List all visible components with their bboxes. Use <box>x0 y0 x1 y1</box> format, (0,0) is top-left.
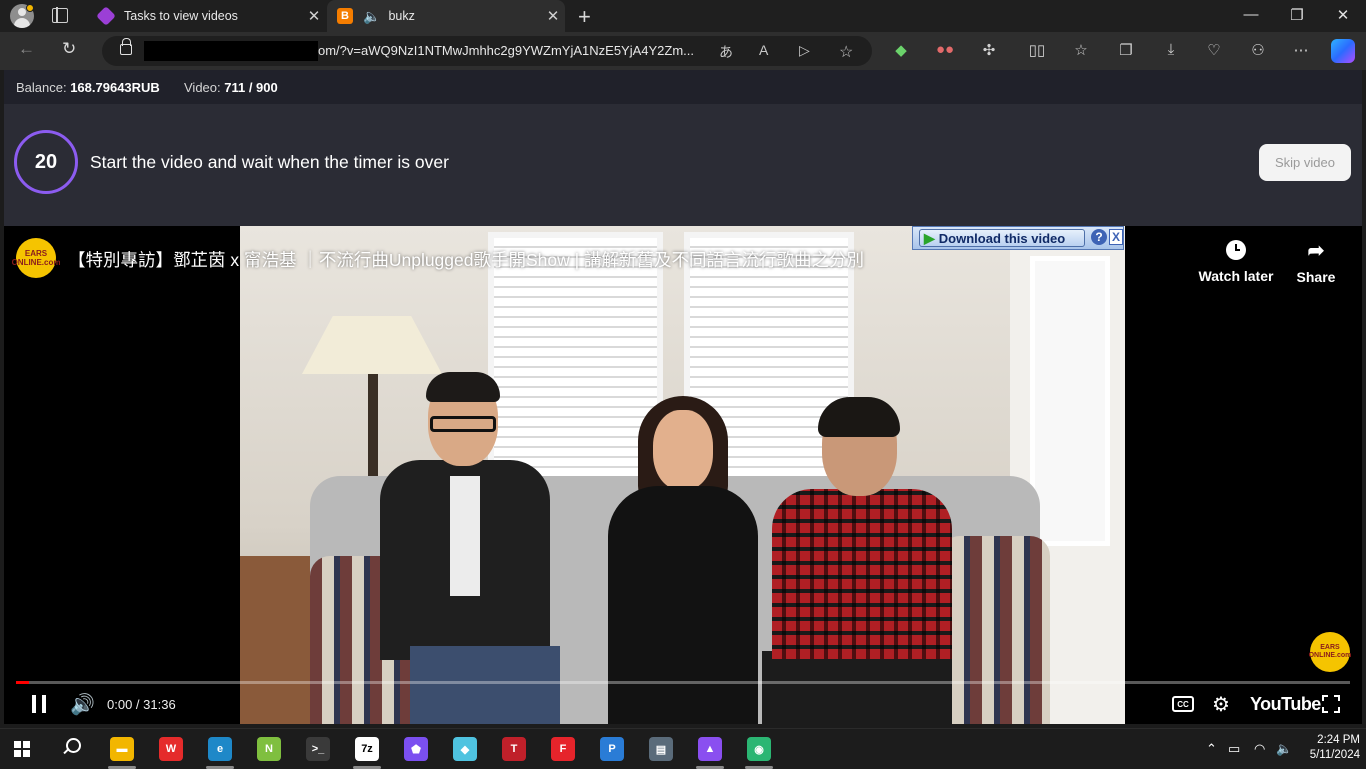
split-screen-icon[interactable]: ▯▯ <box>1026 41 1048 59</box>
monitor-app-icon[interactable]: ▤ <box>649 737 673 761</box>
settings-gear-icon[interactable]: ⚙ <box>1212 690 1230 718</box>
search-icon[interactable] <box>62 738 81 756</box>
countdown-timer: 20 <box>14 130 78 194</box>
volume-tray-icon[interactable]: 🔈 <box>1276 741 1292 757</box>
extension-green-icon[interactable]: ◆ <box>890 41 912 59</box>
extension-eyes-icon[interactable]: ●● <box>934 41 956 58</box>
volume-icon[interactable]: 🔊 <box>70 690 95 718</box>
terminal-icon[interactable]: >_ <box>306 737 330 761</box>
taskbar-clock[interactable]: 2:24 PM 5/11/2024 <box>1296 733 1360 763</box>
android-app-icon[interactable]: ◉ <box>747 737 771 761</box>
favorites-icon[interactable]: ☆ <box>1070 41 1092 59</box>
blogger-favicon-icon: B <box>337 8 353 24</box>
performance-heart-icon[interactable]: ♡ <box>1203 41 1225 59</box>
edge-icon[interactable]: e <box>208 737 232 761</box>
browser-toolbar: ← ↻ om/?v=aWQ9NzI1NTMwJmhhc2g9YWZmYjA1Nz… <box>0 32 1366 70</box>
collections-icon[interactable]: ❐ <box>1115 41 1137 59</box>
watch-later-button[interactable]: Watch later <box>1196 238 1276 284</box>
chevron-up-icon[interactable]: ⌃ <box>1206 741 1217 757</box>
window-right <box>1030 256 1110 546</box>
help-button[interactable]: ? <box>1091 229 1107 245</box>
balance-bar: Balance: 168.79643RUB Video: 711 / 900 <box>4 70 1362 104</box>
pause-icon[interactable] <box>32 695 46 713</box>
person-right <box>762 397 952 724</box>
address-bar[interactable]: om/?v=aWQ9NzI1NTMwJmhhc2g9YWZmYjA1NzE5Yj… <box>102 36 872 66</box>
skip-video-button[interactable]: Skip video <box>1259 144 1351 181</box>
video-frame[interactable] <box>240 226 1125 724</box>
close-download-button[interactable]: X <box>1109 229 1123 245</box>
translate-icon[interactable]: あ <box>719 42 733 62</box>
mountain-app-icon[interactable]: ▲ <box>698 737 722 761</box>
more-menu-icon[interactable]: ⋯ <box>1290 41 1312 59</box>
downloads-icon[interactable]: ⤓ <box>1160 41 1182 58</box>
start-windows-icon[interactable] <box>14 741 30 757</box>
heart-favicon-icon <box>96 6 116 26</box>
flipboard-app-icon[interactable]: F <box>551 737 575 761</box>
share-arrow-icon: ➦ <box>1307 240 1325 262</box>
lock-icon[interactable] <box>120 38 132 55</box>
audio-playing-icon[interactable]: 🔈 <box>363 8 380 25</box>
person-left <box>380 372 560 724</box>
balance-text: Balance: 168.79643RUB <box>16 80 160 95</box>
tab-bukz[interactable]: B 🔈 bukz ✕ <box>327 0 565 32</box>
time-display: 0:00 / 31:36 <box>107 696 176 712</box>
download-toolbar: ▶ Download this video ? X <box>912 226 1124 250</box>
channel-watermark-icon[interactable]: EARS ONLINE.com <box>1309 632 1351 672</box>
channel-logo-icon[interactable]: EARS ONLINE.com <box>12 238 60 278</box>
progress-fill <box>16 681 30 684</box>
video-progress-bar[interactable] <box>16 681 1350 684</box>
refresh-icon[interactable]: ↻ <box>62 39 76 59</box>
youtube-logo[interactable]: YouTube <box>1250 690 1321 718</box>
instruction-text: Start the video and wait when the timer … <box>90 152 449 172</box>
favorite-star-icon[interactable]: ☆ <box>839 42 853 62</box>
t-app-icon[interactable]: T <box>502 737 526 761</box>
share-button[interactable]: ➦ Share <box>1276 238 1356 285</box>
immersive-reader-icon[interactable]: ▷ <box>799 42 810 59</box>
tab-close-icon[interactable]: ✕ <box>541 7 565 25</box>
extensions-puzzle-icon[interactable]: ✣ <box>978 41 1000 59</box>
new-tab-button[interactable]: + <box>578 4 591 30</box>
notepad-plus-icon[interactable]: N <box>257 737 281 761</box>
video-player[interactable]: EARS ONLINE.com 【特別專訪】鄧芷茵 x 甯浩基 ｜不流行曲Unp… <box>4 226 1362 724</box>
browser-essentials-icon[interactable]: ⚇ <box>1247 41 1269 59</box>
url-text[interactable]: om/?v=aWQ9NzI1NTMwJmhhc2g9YWZmYjA1NzE5Yj… <box>318 43 713 58</box>
clock-date: 5/11/2024 <box>1309 749 1360 761</box>
fullscreen-icon[interactable] <box>1322 695 1340 713</box>
windows-taskbar: ▬ We N >_ 7z ⬟ ◆ T F P ▤ ▲ ◉ ⌃ ▭ ◠ 🔈 2:24 PM 5/11/20… <box>0 728 1366 769</box>
redacted-domain <box>144 41 318 61</box>
play-triangle-icon: ▶ <box>924 229 935 246</box>
tab-actions-icon[interactable] <box>52 7 68 23</box>
person-middle <box>608 396 758 724</box>
back-arrow-icon[interactable]: ← <box>18 39 35 59</box>
pyramid-app-icon[interactable]: P <box>600 737 624 761</box>
copilot-icon[interactable] <box>1331 39 1355 63</box>
lamp <box>302 316 442 374</box>
maximize-button[interactable]: ❐ <box>1274 6 1320 24</box>
captions-button[interactable]: CC <box>1172 696 1194 712</box>
download-video-button[interactable]: ▶ Download this video <box>919 229 1085 247</box>
clock-time: 2:24 PM <box>1317 734 1360 746</box>
tab-tasks-to-view-videos[interactable]: Tasks to view videos ✕ <box>88 0 326 32</box>
wps-office-icon[interactable]: W <box>159 737 183 761</box>
file-explorer-icon[interactable]: ▬ <box>110 737 134 761</box>
tab-close-icon[interactable]: ✕ <box>302 7 326 25</box>
tab-label: bukz <box>388 9 415 23</box>
close-window-button[interactable]: ✕ <box>1320 6 1366 24</box>
side-table <box>240 556 320 724</box>
7zip-icon[interactable]: 7z <box>355 737 379 761</box>
minimize-button[interactable]: — <box>1228 6 1274 23</box>
profile-status-dot <box>26 4 34 12</box>
video-title[interactable]: 【特別專訪】鄧芷茵 x 甯浩基 ｜不流行曲Unplugged歌手開Show | … <box>68 247 864 272</box>
video-count-text: Video: 711 / 900 <box>184 80 278 95</box>
crystal-app-icon[interactable]: ◆ <box>453 737 477 761</box>
wifi-icon[interactable]: ◠ <box>1254 741 1265 757</box>
pentagon-app-icon[interactable]: ⬟ <box>404 737 428 761</box>
read-aloud-icon[interactable]: A <box>759 42 768 58</box>
tab-strip: Tasks to view videos ✕ B 🔈 bukz ✕ + — ❐ … <box>0 0 1366 32</box>
page-content: Balance: 168.79643RUB Video: 711 / 900 2… <box>4 70 1362 724</box>
clock-icon <box>1226 240 1246 260</box>
tab-label: Tasks to view videos <box>124 9 238 23</box>
battery-icon[interactable]: ▭ <box>1228 741 1240 757</box>
